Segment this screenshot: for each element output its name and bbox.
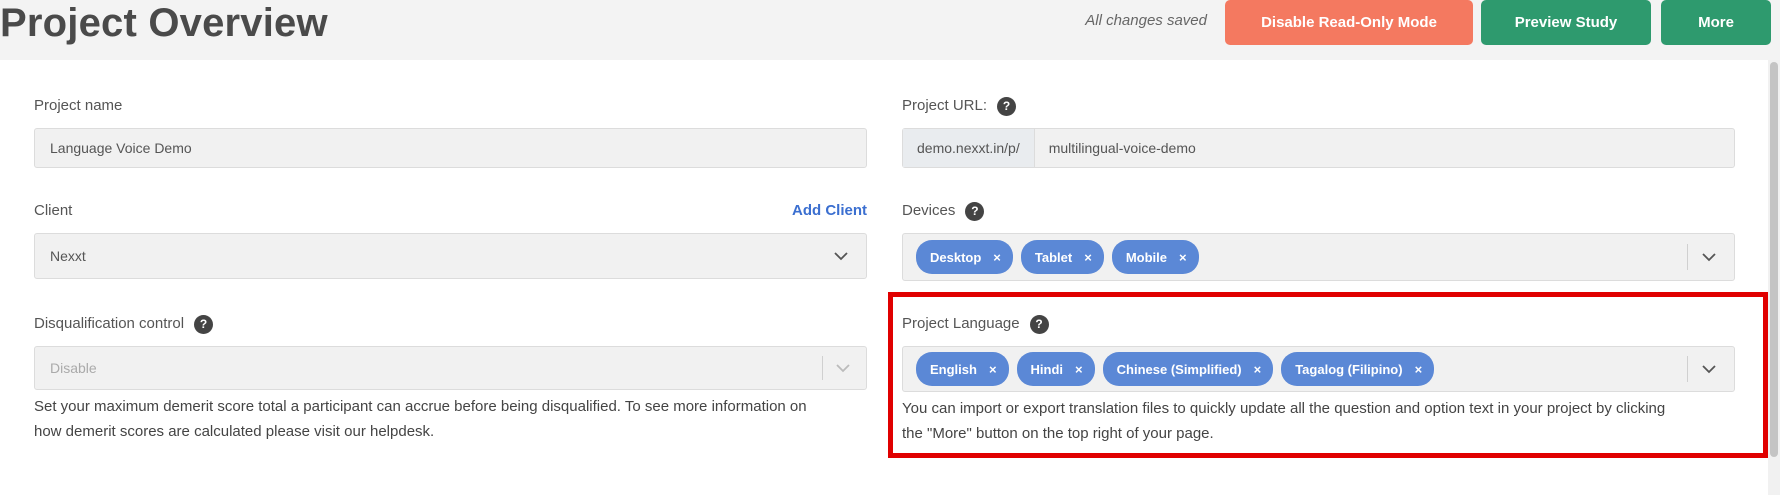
chevron-down-icon[interactable]	[1702, 250, 1716, 264]
dropdown-separator	[1687, 244, 1688, 270]
project-name-input[interactable]: Language Voice Demo	[34, 128, 867, 168]
question-circle-icon[interactable]: ?	[194, 314, 214, 334]
disqualification-select[interactable]: Disable	[34, 346, 867, 390]
question-circle-icon[interactable]: ?	[997, 96, 1017, 116]
more-button[interactable]: More	[1661, 0, 1771, 45]
close-icon[interactable]: ×	[993, 250, 1001, 265]
close-icon[interactable]: ×	[1179, 250, 1187, 265]
page-title: Project Overview	[0, 1, 328, 45]
project-url-prefix: demo.nexxt.in/p/	[903, 129, 1035, 167]
disable-read-only-button[interactable]: Disable Read-Only Mode	[1225, 0, 1473, 45]
device-tag: Tablet ×	[1020, 240, 1104, 274]
disqualification-help-line1: Set your maximum demerit score total a p…	[34, 398, 807, 415]
add-client-link[interactable]: Add Client	[792, 202, 867, 219]
project-name-value: Language Voice Demo	[50, 140, 192, 156]
project-url-label: Project URL: ?	[902, 96, 1017, 116]
scrollbar-thumb[interactable]	[1770, 62, 1778, 457]
question-circle-icon[interactable]: ?	[965, 201, 985, 221]
client-value: Nexxt	[50, 248, 86, 264]
close-icon[interactable]: ×	[1084, 250, 1092, 265]
device-tag: Desktop ×	[916, 240, 1013, 274]
save-status: All changes saved	[1085, 12, 1207, 29]
client-select[interactable]: Nexxt	[34, 233, 867, 279]
project-url-input[interactable]: demo.nexxt.in/p/ multilingual-voice-demo	[902, 128, 1735, 168]
disqualification-help-line2: how demerit scores are calculated please…	[34, 423, 435, 440]
project-url-value: multilingual-voice-demo	[1048, 140, 1196, 156]
preview-study-button[interactable]: Preview Study	[1481, 0, 1651, 45]
dropdown-separator	[822, 356, 823, 380]
disqualification-label: Disqualification control ?	[34, 314, 214, 334]
device-tag: Mobile ×	[1111, 240, 1199, 274]
disqualification-value: Disable	[50, 360, 97, 376]
top-bar: Project Overview All changes saved Disab…	[0, 0, 1780, 60]
chevron-down-icon[interactable]	[834, 249, 848, 263]
devices-tags: Desktop × Tablet × Mobile ×	[916, 240, 1199, 274]
devices-label: Devices ?	[902, 201, 985, 221]
project-name-label: Project name	[34, 97, 123, 114]
client-label: Client	[34, 202, 73, 219]
chevron-down-icon[interactable]	[836, 361, 850, 375]
highlight-box	[888, 292, 1768, 458]
